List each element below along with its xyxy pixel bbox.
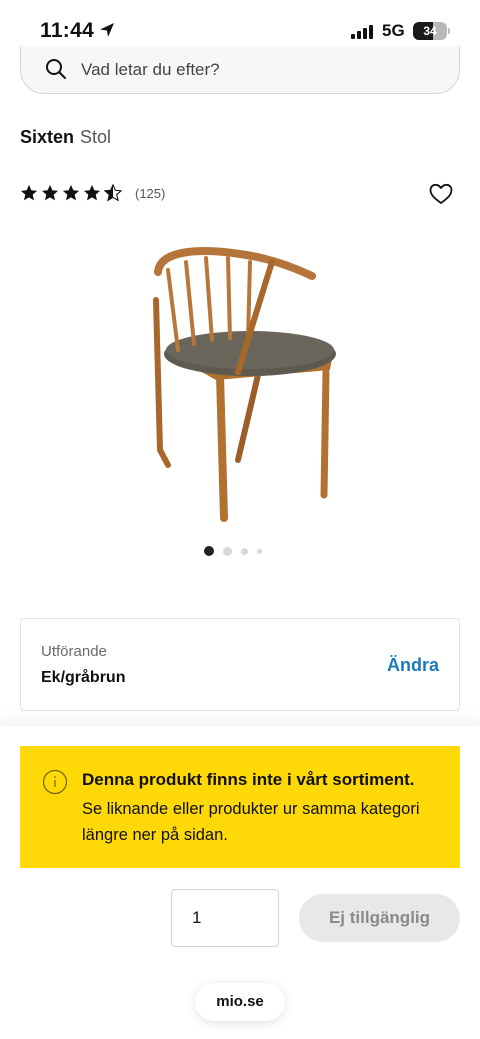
battery-nub [448, 28, 450, 34]
product-title: Sixten Stol [20, 127, 111, 148]
info-icon [42, 769, 68, 795]
variant-selector[interactable]: Utförande Ek/gråbrun Ändra [20, 618, 460, 711]
quantity-input[interactable] [171, 889, 279, 947]
notice-title: Denna produkt finns inte i vårt sortimen… [82, 770, 415, 789]
product-image[interactable] [120, 240, 360, 530]
search-bar[interactable] [20, 46, 460, 94]
star-icon [83, 184, 101, 201]
star-icon [20, 184, 38, 201]
network-type: 5G [382, 21, 405, 40]
image-carousel-dots[interactable] [204, 546, 271, 556]
cellular-signal-icon [351, 25, 373, 39]
browser-url-pill[interactable]: mio.se [195, 983, 285, 1021]
battery-icon: 34 [413, 22, 447, 40]
heart-icon[interactable] [428, 181, 454, 207]
star-icon [62, 184, 80, 201]
status-time: 11:44 [40, 19, 95, 42]
search-icon [46, 59, 66, 79]
rating-stars [20, 184, 125, 202]
location-arrow-icon [100, 23, 114, 37]
unavailable-button[interactable]: Ej tillgänglig [299, 894, 460, 942]
product-brand: Sixten [20, 127, 75, 147]
search-input[interactable] [81, 56, 441, 84]
variant-label: Utförande [41, 643, 107, 660]
change-variant-button[interactable]: Ändra [387, 655, 439, 676]
carousel-dot[interactable] [223, 546, 232, 556]
product-type: Stol [80, 127, 112, 147]
battery-level: 34 [423, 24, 437, 38]
review-count: (125) [135, 185, 166, 201]
star-icon [41, 184, 59, 201]
purchase-sheet: Denna produkt finns inte i vårt sortimen… [0, 726, 480, 1039]
carousel-dot-active[interactable] [204, 546, 214, 556]
variant-value: Ek/gråbrun [41, 669, 126, 686]
product-rating[interactable]: (125) [20, 183, 165, 203]
unavailable-notice: Denna produkt finns inte i vårt sortimen… [20, 746, 460, 868]
carousel-dot[interactable] [241, 547, 248, 555]
carousel-dot[interactable] [257, 548, 262, 554]
half-star-icon [104, 184, 122, 202]
notice-body: Se liknande eller produkter ur samma kat… [82, 800, 420, 844]
